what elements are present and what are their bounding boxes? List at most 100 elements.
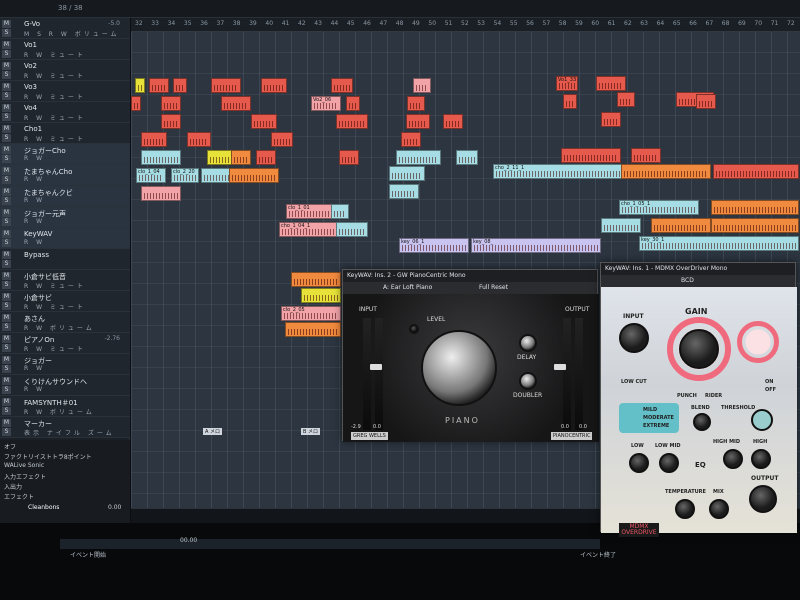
marker-label[interactable]: B メロ (301, 428, 321, 435)
marker-label[interactable]: A メロ (203, 428, 223, 435)
audio-clip[interactable] (621, 164, 711, 179)
mute-button[interactable]: M (2, 377, 11, 385)
audio-clip[interactable] (331, 204, 349, 219)
track-buttons[interactable]: R W ミュート (24, 71, 86, 80)
track-header[interactable]: M S Vo1 R W ミュート (0, 39, 130, 60)
track-header[interactable]: M S G-Vo M S R W ボリューム -5.0 (0, 18, 130, 39)
doubler-knob[interactable] (519, 372, 537, 390)
track-header[interactable]: M S マーカー 表示 ナイフル ズーム (0, 417, 130, 438)
mute-button[interactable]: M (2, 398, 11, 406)
audio-clip[interactable] (601, 218, 641, 233)
preset-name[interactable]: BCD (681, 277, 694, 284)
track-header[interactable]: M S 小倉サビ R W ミュート (0, 291, 130, 312)
track-header[interactable]: M S 小倉サビ低音 R W ミュート (0, 270, 130, 291)
mute-button[interactable]: M (2, 20, 11, 28)
inspector-item[interactable]: エフェクト (4, 492, 34, 501)
input-fader[interactable] (370, 364, 382, 370)
inspector-item[interactable]: ファクトリイストトラ8ポイント (4, 452, 92, 461)
audio-clip[interactable] (187, 132, 211, 147)
solo-button[interactable]: S (2, 197, 11, 205)
track-header[interactable]: M S Vo3 R W ミュート (0, 81, 130, 102)
audio-clip[interactable] (291, 272, 341, 287)
solo-button[interactable]: S (2, 134, 11, 142)
audio-clip[interactable] (149, 78, 169, 93)
track-buttons[interactable]: R W ミュート (24, 113, 86, 122)
track-buttons[interactable]: R W ミュート (24, 281, 86, 290)
solo-button[interactable]: S (2, 50, 11, 58)
track-header[interactable]: M S ジョガー元声 R W (0, 207, 130, 228)
audio-clip[interactable]: clo_1_01 (286, 204, 336, 219)
audio-clip[interactable] (396, 150, 441, 165)
track-buttons[interactable]: R W (24, 197, 45, 204)
track-buttons[interactable]: R W (24, 218, 45, 225)
preset-name[interactable]: A: Ear Loft Piano (383, 284, 432, 291)
track-header[interactable]: M S Vo4 R W ミュート (0, 102, 130, 123)
track-header[interactable]: M S ジョガー R W (0, 354, 130, 375)
audio-clip[interactable] (596, 76, 626, 91)
level-knob[interactable] (421, 330, 497, 406)
solo-button[interactable]: S (2, 407, 11, 415)
audio-clip[interactable]: Vo2_06 (311, 96, 341, 111)
audio-clip[interactable] (331, 78, 353, 93)
track-buttons[interactable]: R W (24, 239, 45, 246)
mute-button[interactable]: M (2, 188, 11, 196)
audio-clip[interactable] (231, 150, 251, 165)
inspector-item[interactable]: WALive Sonic (4, 462, 44, 469)
track-buttons[interactable]: R W ミュート (24, 302, 86, 311)
audio-clip[interactable] (407, 96, 425, 111)
solo-button[interactable]: S (2, 176, 11, 184)
audio-clip[interactable]: key_30_1 (639, 236, 799, 251)
solo-button[interactable]: S (2, 92, 11, 100)
audio-clip[interactable] (631, 148, 661, 163)
audio-clip[interactable] (161, 114, 181, 129)
mode-switch[interactable]: MILD MODERATE EXTREME (619, 403, 679, 433)
blend-knob[interactable] (693, 413, 711, 431)
audio-clip[interactable] (413, 78, 431, 93)
track-header[interactable]: M S Vo2 R W ミュート (0, 60, 130, 81)
audio-clip[interactable] (406, 114, 430, 129)
audio-clip[interactable] (229, 168, 279, 183)
track-header[interactable]: M S Bypass (0, 249, 130, 270)
audio-clip[interactable] (456, 150, 478, 165)
audio-clip[interactable] (711, 200, 799, 215)
track-header[interactable]: M S くりけんサウンドへ R W (0, 375, 130, 396)
audio-clip[interactable] (271, 132, 293, 147)
mute-button[interactable]: M (2, 314, 11, 322)
threshold-knob[interactable] (751, 409, 773, 431)
track-header[interactable]: M S あさん R W ボリューム (0, 312, 130, 333)
plugin-title[interactable]: KeyWAV: Ins. 1 - MDMX OverDriver Mono (601, 263, 795, 275)
audio-clip[interactable] (211, 78, 241, 93)
mute-button[interactable]: M (2, 335, 11, 343)
preset-bar[interactable]: BCD (601, 275, 795, 287)
power-button[interactable] (409, 324, 419, 334)
high-mid-knob[interactable] (723, 449, 743, 469)
audio-clip[interactable] (711, 218, 799, 233)
delay-knob[interactable] (519, 334, 537, 352)
low-mid-knob[interactable] (659, 453, 679, 473)
audio-clip[interactable]: Vo1_33 (556, 76, 578, 91)
solo-button[interactable]: S (2, 239, 11, 247)
low-knob[interactable] (629, 453, 649, 473)
track-volume[interactable]: -2.76 (104, 335, 120, 342)
audio-clip[interactable] (256, 150, 276, 165)
audio-clip[interactable] (389, 166, 425, 181)
audio-clip[interactable] (713, 164, 799, 179)
solo-button[interactable]: S (2, 302, 11, 310)
audio-clip[interactable] (346, 96, 360, 111)
inspector-item[interactable]: オフ (4, 442, 16, 451)
mute-button[interactable]: M (2, 356, 11, 364)
solo-button[interactable]: S (2, 260, 11, 268)
audio-clip[interactable]: cho_1_05_1 (619, 200, 699, 215)
track-header[interactable]: M S たまちゃんクビ R W (0, 186, 130, 207)
mute-button[interactable]: M (2, 41, 11, 49)
track-header[interactable]: M S ピアノOn R W ミュート -2.76 (0, 333, 130, 354)
audio-clip[interactable]: key_06_1 (399, 238, 469, 253)
audio-clip[interactable]: cho_1_04_1 (279, 222, 339, 237)
track-buttons[interactable]: R W ボリューム (24, 407, 95, 416)
track-buttons[interactable]: R W ミュート (24, 344, 86, 353)
preset-bar[interactable]: A: Ear Loft Piano Full Reset (343, 282, 597, 294)
mute-button[interactable]: M (2, 251, 11, 259)
solo-button[interactable]: S (2, 323, 11, 331)
audio-clip[interactable] (336, 222, 368, 237)
audio-clip[interactable] (221, 96, 251, 111)
